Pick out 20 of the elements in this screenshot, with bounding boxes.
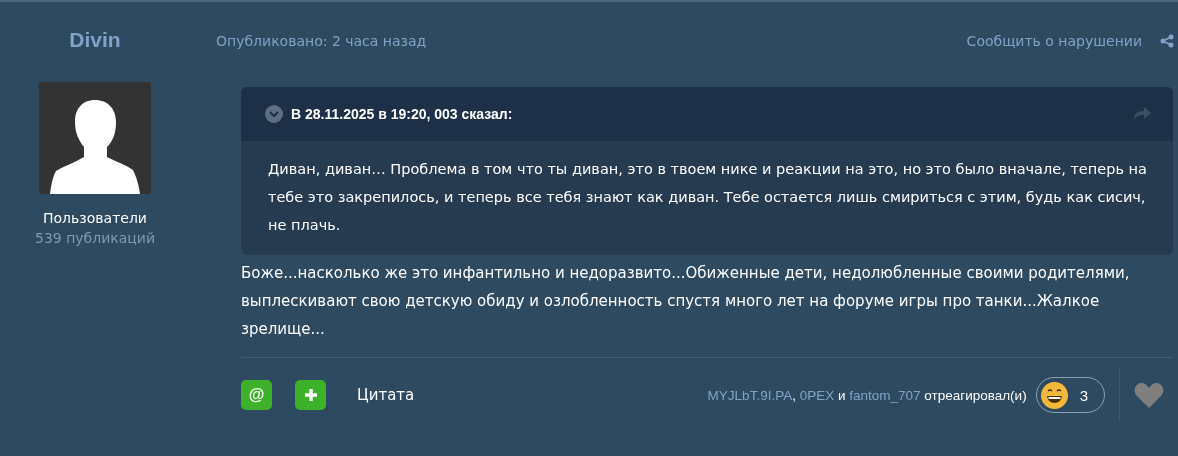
- mention-button[interactable]: @: [241, 380, 272, 410]
- author-name[interactable]: Divin: [69, 28, 121, 52]
- user-link[interactable]: 0PEX: [799, 387, 835, 403]
- add-button[interactable]: [295, 380, 326, 410]
- share-icon[interactable]: [1160, 34, 1174, 48]
- chevron-icon[interactable]: [265, 105, 283, 123]
- plus-icon: [304, 389, 317, 401]
- user-link[interactable]: fantom_707: [849, 387, 921, 403]
- user-group: Пользователи: [43, 210, 147, 226]
- heart-icon[interactable]: [1134, 381, 1164, 409]
- report-link[interactable]: Сообщить о нарушении: [966, 33, 1142, 49]
- quote-link[interactable]: Цитата: [357, 386, 415, 404]
- reaction-summary: MYJLbT.9I.PA, 0PEX и fantom_707 отреагировал(и): [707, 387, 1027, 403]
- published-time: Опубликовано: 2 часа назад: [216, 33, 427, 49]
- post-count: 539 публикаций: [34, 230, 156, 246]
- quote-text: Диван, диван… Проблема в том что ты диван, это в твоем нике и реакции на это, но это было вначале, теперь на тебе это закрепилось, и теперь все тебя знают как диван. Тебе остается лишь смириться с этим, будь как сисич, не плачь.: [267, 160, 1148, 235]
- avatar-icon[interactable]: [39, 82, 151, 194]
- grin-emoji-icon: [1040, 381, 1068, 409]
- quote-header: В 28.11.2025 в 19:20, 003 сказал:: [291, 106, 514, 122]
- post-text: Боже...насколько же это инфантильно и недоразвито...Обиженные дети, недолюбленные своими родителями, выплескивают свою детскую обиду и озлобленность спустя много лет на форуме игры про танки...Жалкое зрелище...: [241, 259, 1173, 358]
